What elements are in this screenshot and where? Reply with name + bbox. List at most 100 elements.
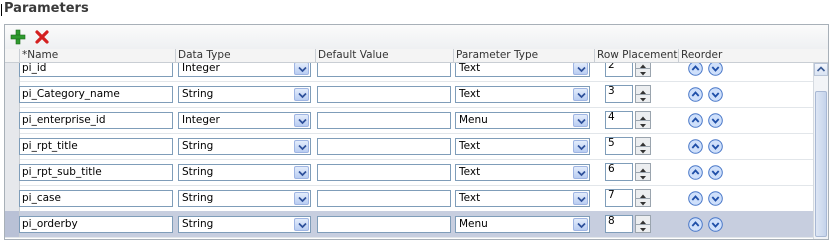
stepper-buttons[interactable]	[635, 215, 651, 233]
move-down-icon[interactable]	[708, 191, 723, 206]
name-input[interactable]: pi_id	[19, 63, 173, 77]
stepper-down-icon[interactable]	[636, 172, 650, 180]
name-input[interactable]: pi_rpt_title	[19, 138, 173, 155]
parameter-type-select[interactable]: Menu	[455, 216, 590, 233]
parameter-type-select[interactable]: Text	[455, 190, 590, 207]
name-input[interactable]: pi_rpt_sub_title	[19, 164, 173, 181]
chevron-down-icon[interactable]	[573, 218, 588, 231]
parameter-type-select[interactable]: Text	[455, 86, 590, 103]
row-placement-value[interactable]: 4	[605, 111, 633, 129]
stepper-down-icon[interactable]	[636, 94, 650, 102]
default-value-input[interactable]	[317, 86, 451, 103]
column-header-reorder[interactable]: Reorder	[678, 49, 815, 62]
stepper-buttons[interactable]	[635, 111, 651, 129]
name-input[interactable]: pi_enterprise_id	[19, 112, 173, 129]
default-value-input[interactable]	[317, 63, 451, 77]
stepper-buttons[interactable]	[635, 163, 651, 181]
row-selector[interactable]	[5, 81, 20, 107]
stepper-down-icon[interactable]	[636, 224, 650, 232]
name-input[interactable]: pi_case	[19, 190, 173, 207]
chevron-down-icon[interactable]	[573, 63, 588, 75]
default-value-input[interactable]	[317, 216, 451, 233]
parameter-type-select[interactable]: Text	[455, 164, 590, 181]
name-input[interactable]: pi_Category_name	[19, 86, 173, 103]
move-up-icon[interactable]	[688, 113, 703, 128]
table-row[interactable]: pi_rpt_sub_title String Text 6	[5, 159, 815, 186]
move-down-icon[interactable]	[708, 113, 723, 128]
parameter-type-select[interactable]: Text	[455, 138, 590, 155]
table-row[interactable]: pi_case String Text 7	[5, 185, 815, 212]
move-up-icon[interactable]	[688, 63, 703, 76]
move-up-icon[interactable]	[688, 87, 703, 102]
table-row[interactable]: pi_rpt_title String Text 5	[5, 133, 815, 160]
data-type-select[interactable]: String	[178, 190, 311, 207]
vertical-scrollbar[interactable]	[813, 63, 828, 239]
stepper-down-icon[interactable]	[636, 68, 650, 76]
stepper-buttons[interactable]	[635, 63, 651, 77]
chevron-down-icon[interactable]	[294, 63, 309, 75]
chevron-down-icon[interactable]	[294, 166, 309, 179]
column-header-default-value[interactable]: Default Value	[315, 49, 453, 62]
column-header-row-placement[interactable]: Row Placement	[594, 49, 678, 62]
row-placement-value[interactable]: 2	[605, 63, 633, 77]
stepper-buttons[interactable]	[635, 85, 651, 103]
row-selector[interactable]	[5, 185, 20, 211]
chevron-down-icon[interactable]	[573, 114, 588, 127]
move-up-icon[interactable]	[688, 191, 703, 206]
row-selector[interactable]	[5, 133, 20, 159]
chevron-down-icon[interactable]	[294, 218, 309, 231]
move-down-icon[interactable]	[708, 87, 723, 102]
move-down-icon[interactable]	[708, 63, 723, 76]
data-type-select[interactable]: String	[178, 164, 311, 181]
scroll-up-button[interactable]	[814, 63, 828, 76]
stepper-down-icon[interactable]	[636, 198, 650, 206]
name-input[interactable]: pi_orderby	[19, 216, 173, 233]
move-up-icon[interactable]	[688, 165, 703, 180]
move-up-icon[interactable]	[688, 217, 703, 232]
row-placement-stepper[interactable]: 8	[605, 215, 653, 233]
add-icon[interactable]	[9, 28, 27, 46]
table-row[interactable]: pi_id Integer Text 2	[5, 63, 815, 82]
chevron-down-icon[interactable]	[294, 88, 309, 101]
column-header-name[interactable]: *Name	[19, 49, 175, 62]
row-placement-value[interactable]: 3	[605, 85, 633, 103]
move-down-icon[interactable]	[708, 165, 723, 180]
chevron-down-icon[interactable]	[294, 140, 309, 153]
default-value-input[interactable]	[317, 190, 451, 207]
row-selector[interactable]	[5, 159, 20, 185]
row-placement-stepper[interactable]: 4	[605, 111, 653, 129]
stepper-down-icon[interactable]	[636, 120, 650, 128]
row-selector[interactable]	[5, 63, 20, 81]
chevron-down-icon[interactable]	[573, 192, 588, 205]
delete-icon[interactable]	[33, 28, 51, 46]
stepper-buttons[interactable]	[635, 189, 651, 207]
column-header-parameter-type[interactable]: Parameter Type	[453, 49, 594, 62]
chevron-down-icon[interactable]	[573, 166, 588, 179]
default-value-input[interactable]	[317, 164, 451, 181]
parameter-type-select[interactable]: Menu	[455, 112, 590, 129]
default-value-input[interactable]	[317, 112, 451, 129]
row-placement-stepper[interactable]: 2	[605, 63, 653, 77]
table-row[interactable]: pi_orderby String Menu 8	[5, 211, 815, 238]
row-placement-value[interactable]: 7	[605, 189, 633, 207]
row-placement-stepper[interactable]: 6	[605, 163, 653, 181]
row-placement-stepper[interactable]: 5	[605, 137, 653, 155]
table-row[interactable]: pi_Category_name String Text 3	[5, 81, 815, 108]
row-selector[interactable]	[5, 211, 20, 237]
row-placement-value[interactable]: 6	[605, 163, 633, 181]
scroll-thumb[interactable]	[815, 91, 827, 237]
row-placement-value[interactable]: 5	[605, 137, 633, 155]
stepper-down-icon[interactable]	[636, 146, 650, 154]
chevron-down-icon[interactable]	[573, 88, 588, 101]
row-placement-value[interactable]: 8	[605, 215, 633, 233]
move-down-icon[interactable]	[708, 217, 723, 232]
data-type-select[interactable]: Integer	[178, 63, 311, 77]
stepper-buttons[interactable]	[635, 137, 651, 155]
row-placement-stepper[interactable]: 7	[605, 189, 653, 207]
chevron-down-icon[interactable]	[573, 140, 588, 153]
data-type-select[interactable]: String	[178, 86, 311, 103]
default-value-input[interactable]	[317, 138, 451, 155]
column-header-data-type[interactable]: Data Type	[175, 49, 315, 62]
data-type-select[interactable]: Integer	[178, 112, 311, 129]
chevron-down-icon[interactable]	[294, 114, 309, 127]
